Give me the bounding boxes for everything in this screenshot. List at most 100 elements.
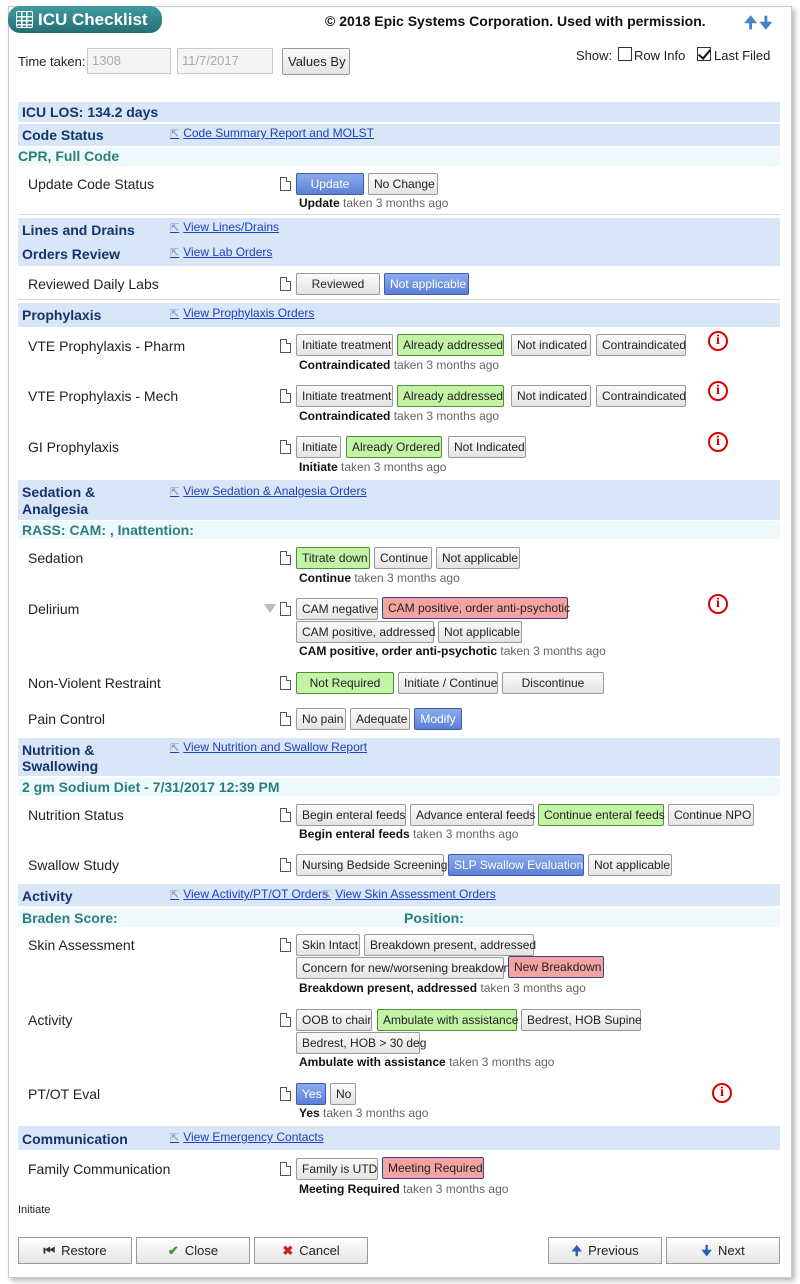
doc-icon[interactable]	[280, 1013, 291, 1027]
view-lines-link[interactable]: ⇱ View Lines/Drains	[170, 220, 279, 234]
doc-icon[interactable]	[280, 277, 291, 291]
doc-icon[interactable]	[280, 808, 291, 822]
meeting-required-button[interactable]: Meeting Required	[382, 1157, 484, 1179]
continue-button[interactable]: Continue	[374, 547, 432, 569]
not-indicated-button[interactable]: Not indicated	[511, 334, 591, 356]
doc-icon[interactable]	[280, 440, 291, 454]
close-button[interactable]: ✔ Close	[136, 1237, 250, 1264]
not-indicated-button[interactable]: Not Indicated	[448, 436, 526, 458]
yes-button[interactable]: Yes	[296, 1083, 326, 1105]
not-applicable-button[interactable]: Not applicable	[436, 547, 520, 569]
warning-icon[interactable]: i	[712, 1083, 732, 1103]
row-info-checkbox[interactable]	[618, 47, 632, 61]
contraindicated-button[interactable]: Contraindicated	[596, 385, 686, 407]
date-input[interactable]: 11/7/2017	[177, 48, 273, 74]
code-summary-link[interactable]: ⇱ Code Summary Report and MOLST	[170, 126, 374, 140]
doc-icon[interactable]	[280, 676, 291, 690]
doc-icon[interactable]	[280, 938, 291, 952]
next-button[interactable]: 🠋 Next	[666, 1237, 780, 1264]
cam-negative-button[interactable]: CAM negative	[296, 598, 378, 620]
already-ordered-button[interactable]: Already Ordered	[346, 436, 442, 458]
doc-icon[interactable]	[280, 389, 291, 403]
warning-icon[interactable]: i	[708, 381, 728, 401]
advance-enteral-button[interactable]: Advance enteral feeds	[410, 804, 535, 826]
modify-button[interactable]: Modify	[414, 708, 462, 730]
ambulate-button[interactable]: Ambulate with assistance	[377, 1009, 518, 1031]
already-addressed-button[interactable]: Already addressed	[397, 334, 504, 356]
doc-icon[interactable]	[280, 551, 291, 565]
continue-enteral-button[interactable]: Continue enteral feeds	[538, 804, 665, 826]
cam-positive-addressed-button[interactable]: CAM positive, addressed	[296, 621, 435, 643]
titrate-down-button[interactable]: Titrate down	[296, 547, 370, 569]
view-activity-link[interactable]: ⇱ View Activity/PT/OT Orders	[170, 887, 328, 901]
already-addressed-button[interactable]: Already addressed	[397, 385, 504, 407]
warning-icon[interactable]: i	[708, 594, 728, 614]
not-applicable-button[interactable]: Not applicable	[588, 854, 672, 876]
warning-icon[interactable]: i	[708, 331, 728, 351]
doc-icon[interactable]	[280, 712, 291, 726]
initiate-button[interactable]: Initiate	[296, 436, 341, 458]
nursing-bedside-button[interactable]: Nursing Bedside Screening	[296, 854, 447, 876]
not-indicated-button[interactable]: Not indicated	[511, 385, 591, 407]
not-applicable-button[interactable]: Not applicable	[438, 621, 522, 643]
restore-button[interactable]: ⏮ Restore	[18, 1237, 132, 1264]
not-applicable-button[interactable]: Not applicable	[384, 273, 469, 295]
breakdown-addressed-button[interactable]: Breakdown present, addressed	[364, 934, 536, 956]
discontinue-button[interactable]: Discontinue	[502, 672, 604, 694]
skin-intact-button[interactable]: Skin Intact	[296, 934, 360, 956]
link-text[interactable]: View Sedation & Analgesia Orders	[183, 484, 366, 498]
link-text[interactable]: Code Summary Report and MOLST	[183, 126, 374, 140]
bedrest-supine-button[interactable]: Bedrest, HOB Supine	[521, 1009, 642, 1031]
not-required-button[interactable]: Not Required	[296, 672, 394, 694]
doc-icon[interactable]	[280, 602, 291, 616]
link-text[interactable]: View Lines/Drains	[183, 220, 279, 234]
arrow-down-icon[interactable]: 🠋	[759, 15, 774, 32]
view-lab-orders-link[interactable]: ⇱ View Lab Orders	[170, 245, 272, 259]
view-sedation-link[interactable]: ⇱ View Sedation & Analgesia Orders	[170, 484, 366, 498]
no-change-button[interactable]: No Change	[368, 173, 438, 195]
values-by-button[interactable]: Values By	[282, 48, 350, 75]
adequate-button[interactable]: Adequate	[350, 708, 410, 730]
cancel-button[interactable]: ✖ Cancel	[254, 1237, 368, 1264]
link-text[interactable]: View Skin Assessment Orders	[335, 887, 496, 901]
continue-npo-button[interactable]: Continue NPO	[668, 804, 754, 826]
no-button[interactable]: No	[330, 1083, 356, 1105]
view-prophylaxis-link[interactable]: ⇱ View Prophylaxis Orders	[170, 306, 314, 320]
cam-positive-order-button[interactable]: CAM positive, order anti-psychotic	[382, 597, 570, 619]
bedrest-30-button[interactable]: Bedrest, HOB > 30 deg	[296, 1032, 426, 1054]
doc-icon[interactable]	[280, 858, 291, 872]
contraindicated-button[interactable]: Contraindicated	[596, 334, 686, 356]
link-text[interactable]: View Emergency Contacts	[183, 1130, 324, 1144]
new-breakdown-button[interactable]: New Breakdown	[508, 956, 604, 978]
begin-enteral-button[interactable]: Begin enteral feeds	[296, 804, 406, 826]
doc-icon[interactable]	[280, 1087, 291, 1101]
initiate-treatment-button[interactable]: Initiate treatment	[296, 385, 393, 407]
link-text[interactable]: View Lab Orders	[183, 245, 272, 259]
nav-arrows[interactable]: 🠉🠋	[744, 12, 775, 39]
oob-chair-button[interactable]: OOB to chair	[296, 1009, 372, 1031]
no-pain-button[interactable]: No pain	[296, 708, 346, 730]
x-icon: ✖	[282, 1243, 294, 1258]
previous-button[interactable]: 🠉 Previous	[548, 1237, 662, 1264]
doc-icon[interactable]	[280, 1162, 291, 1176]
link-text[interactable]: View Nutrition and Swallow Report	[183, 740, 367, 754]
link-text[interactable]: View Prophylaxis Orders	[183, 306, 314, 320]
time-input[interactable]: 1308	[87, 48, 171, 74]
link-text[interactable]: View Activity/PT/OT Orders	[183, 887, 328, 901]
view-skin-link[interactable]: ⇱ View Skin Assessment Orders	[322, 887, 496, 901]
slp-swallow-button[interactable]: SLP Swallow Evaluation	[448, 854, 584, 876]
family-utd-button[interactable]: Family is UTD	[296, 1158, 378, 1180]
update-button[interactable]: Update	[296, 173, 364, 195]
view-nutrition-link[interactable]: ⇱ View Nutrition and Swallow Report	[170, 740, 367, 754]
last-filed-checkbox[interactable]	[697, 47, 711, 61]
doc-icon[interactable]	[280, 177, 291, 191]
arrow-up-icon[interactable]: 🠉	[744, 15, 759, 32]
doc-icon[interactable]	[280, 339, 291, 353]
concern-breakdown-button[interactable]: Concern for new/worsening breakdown	[296, 957, 510, 979]
initiate-treatment-button[interactable]: Initiate treatment	[296, 334, 393, 356]
reviewed-button[interactable]: Reviewed	[296, 273, 380, 295]
initiate-continue-button[interactable]: Initiate / Continue	[398, 672, 498, 694]
view-emergency-contacts-link[interactable]: ⇱ View Emergency Contacts	[170, 1130, 324, 1144]
warning-icon[interactable]: i	[708, 432, 728, 452]
filter-triangle-icon[interactable]	[264, 604, 276, 613]
